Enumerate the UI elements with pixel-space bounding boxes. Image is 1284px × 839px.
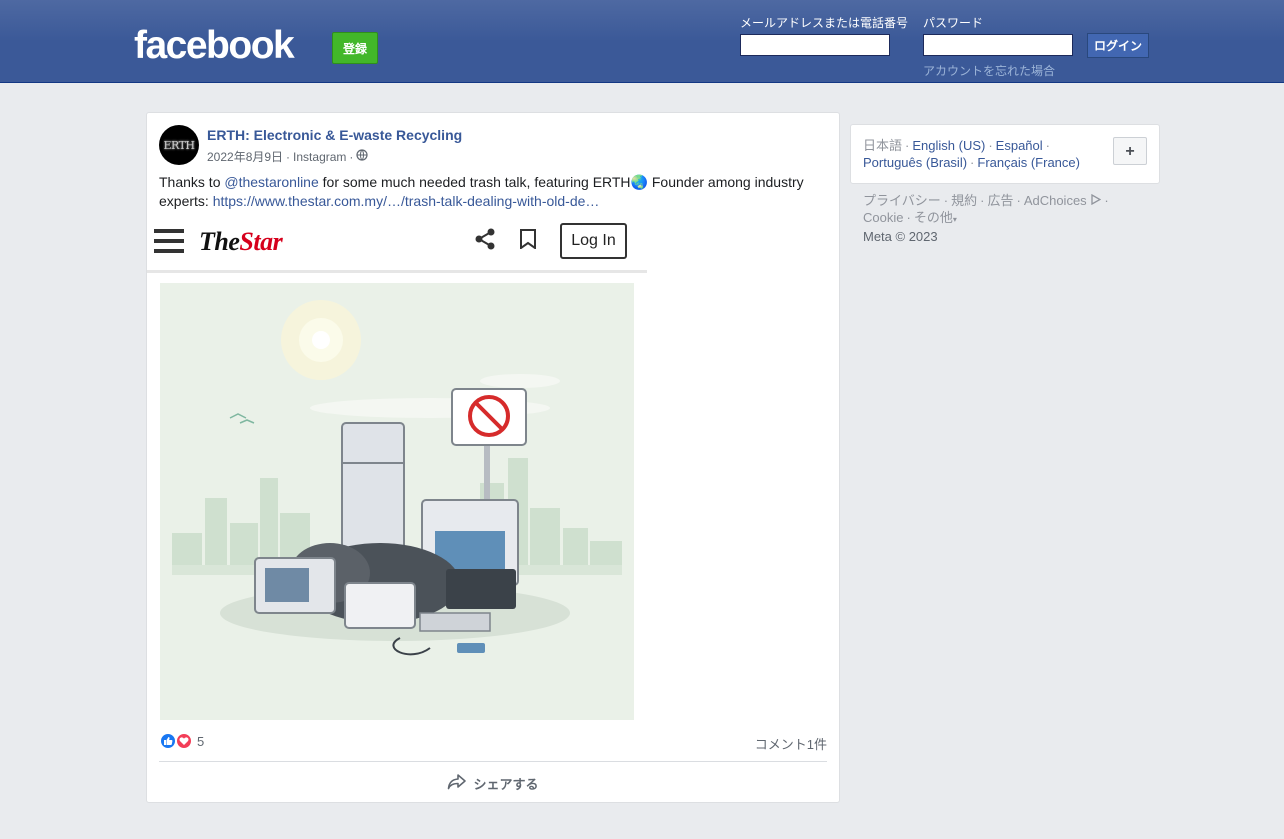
globe-icon [356, 149, 369, 164]
footer-link-privacy[interactable]: プライバシー [863, 193, 941, 208]
page-name-link[interactable]: ERTH: Electronic & E-waste Recycling [207, 127, 462, 143]
post-text-before: Thanks to [159, 174, 225, 190]
ewaste-illustration [160, 283, 634, 720]
language-list: 日本語 · English (US) · Español · Português (Bra… [863, 137, 1103, 171]
separator: · [980, 193, 985, 208]
meta-separator: · [286, 149, 291, 164]
thestar-logo: TheStar [199, 227, 283, 257]
thestar-logo-a: The [199, 227, 240, 256]
avatar-logo-text: ERTH [163, 138, 195, 152]
footer-link-terms[interactable]: 規約 [951, 193, 977, 208]
meta-separator: · [349, 149, 354, 164]
reactions[interactable]: 5 [159, 732, 204, 750]
more-languages-button[interactable]: + [1113, 137, 1147, 165]
separator: · [906, 210, 911, 225]
adchoices-icon [1087, 193, 1102, 208]
thestar-header: TheStar Log In [147, 221, 647, 273]
separator: · [1104, 193, 1109, 208]
separator: · [905, 138, 910, 153]
footer-link-more[interactable]: その他 [914, 210, 953, 225]
post-meta: 2022年8月9日 · Instagram · [207, 148, 369, 165]
copyright: Meta © 2023 [863, 229, 938, 244]
forgot-account-link[interactable]: アカウントを忘れた場合 [923, 62, 1055, 79]
post-source: Instagram [293, 149, 347, 164]
share-arrow-icon [447, 773, 467, 794]
language-current: 日本語 [863, 138, 903, 153]
footer-link-cookie[interactable]: Cookie [863, 210, 903, 225]
email-label: メールアドレスまたは電話番号 [740, 16, 909, 30]
thestar-login-button: Log In [560, 223, 627, 259]
caret-down-icon: ▾ [952, 215, 957, 224]
thestar-logo-b: Star [239, 227, 283, 256]
separator: · [1016, 193, 1021, 208]
footer-link-adchoices[interactable]: AdChoices [1024, 193, 1087, 208]
separator: · [1045, 138, 1050, 153]
share-button[interactable]: シェアする [147, 769, 839, 797]
share-label: シェアする [473, 776, 539, 792]
article-link[interactable]: https://www.thestar.com.my/…/trash-talk-… [213, 193, 600, 209]
footer-link-ads[interactable]: 広告 [987, 193, 1013, 208]
separator: · [943, 193, 949, 208]
language-link[interactable]: Português (Brasil) [863, 155, 967, 170]
post-date[interactable]: 2022年8月9日 [207, 148, 283, 165]
separator: · [988, 138, 993, 153]
password-field[interactable] [923, 34, 1073, 56]
facebook-logo[interactable]: facebook [134, 26, 295, 65]
share-icon [474, 228, 496, 255]
top-bar: facebook 登録 メールアドレスまたは電話番号 パスワード ログイン アカ… [0, 0, 1284, 83]
post-text: Thanks to @thestaronline for some much n… [159, 173, 829, 211]
password-label: パスワード [923, 16, 984, 30]
email-field[interactable] [740, 34, 890, 56]
footer-links: プライバシー · 規約 · 広告 · AdChoices · Cookie · その他▾ Met… [863, 192, 1163, 245]
divider [159, 761, 827, 762]
language-box: 日本語 · English (US) · Español · Português (Bra… [850, 124, 1160, 184]
separator: · [970, 155, 975, 170]
post-image[interactable]: TheStar Log In [147, 221, 647, 721]
language-link[interactable]: English (US) [912, 138, 985, 153]
comment-count-link[interactable]: コメント1件 [755, 734, 827, 753]
page-avatar[interactable]: ERTH [159, 125, 199, 165]
hamburger-icon [153, 226, 185, 261]
signup-button[interactable]: 登録 [332, 32, 378, 64]
love-reaction-icon [175, 732, 193, 750]
language-link[interactable]: Français (France) [977, 155, 1080, 170]
bookmark-icon [519, 229, 537, 254]
language-link[interactable]: Español [996, 138, 1043, 153]
post-card: ERTH ERTH: Electronic & E-waste Recyclin… [146, 112, 840, 803]
mention-link[interactable]: @thestaronline [224, 174, 318, 190]
login-button[interactable]: ログイン [1087, 33, 1149, 58]
reaction-count: 5 [197, 733, 205, 749]
